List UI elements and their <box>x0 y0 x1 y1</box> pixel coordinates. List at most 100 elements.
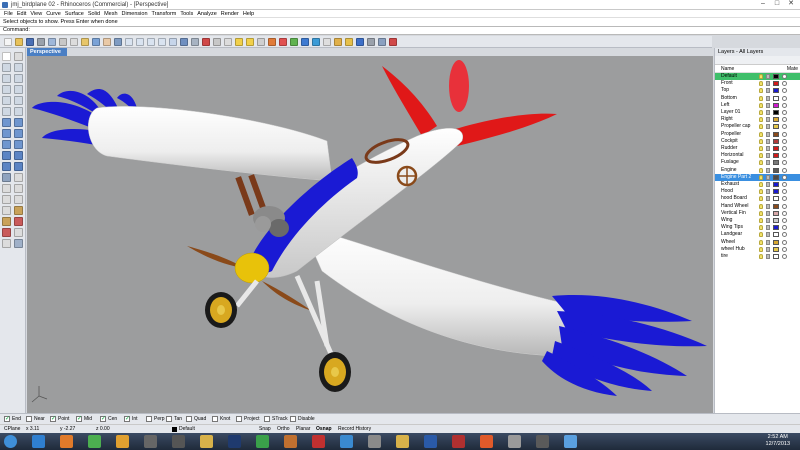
layer-row[interactable]: Fuslage <box>715 159 800 166</box>
layer-material-icon[interactable] <box>782 239 787 245</box>
layer-visibility-icon[interactable] <box>759 138 763 144</box>
layer-color-swatch[interactable] <box>773 124 779 130</box>
layer-row[interactable]: Cockpit <box>715 138 800 145</box>
rotate-tool-icon[interactable] <box>14 184 23 193</box>
word-icon[interactable] <box>424 435 437 448</box>
menu-dimension[interactable]: Dimension <box>120 10 150 17</box>
save-icon[interactable] <box>26 38 34 46</box>
firefox-icon[interactable] <box>60 435 73 448</box>
layer-color-swatch[interactable] <box>773 182 779 187</box>
layer-visibility-icon[interactable] <box>759 203 763 209</box>
layer-color-swatch[interactable] <box>773 239 779 245</box>
paste-icon[interactable] <box>81 38 89 46</box>
layer-material-icon[interactable] <box>782 189 787 195</box>
layer-color-swatch[interactable] <box>773 138 779 144</box>
layer-material-icon[interactable] <box>782 203 787 209</box>
layer-color-swatch[interactable] <box>773 196 779 202</box>
layer-visibility-icon[interactable] <box>759 254 763 259</box>
layer-visibility-icon[interactable] <box>759 160 763 166</box>
surface-corner-tool-icon[interactable] <box>2 118 11 127</box>
layer-lock-icon[interactable] <box>766 95 770 101</box>
sphere-tool-icon[interactable] <box>14 151 23 160</box>
layer-lock-icon[interactable] <box>766 225 770 231</box>
layer-material-icon[interactable] <box>782 160 787 166</box>
layer-color-swatch[interactable] <box>773 81 779 87</box>
layer-lock-icon[interactable] <box>766 117 770 123</box>
snap-toggle[interactable]: Snap <box>259 426 271 433</box>
layer-material-icon[interactable] <box>782 74 787 79</box>
menu-mesh[interactable]: Mesh <box>102 10 119 17</box>
layer-row[interactable]: wheel Hub <box>715 246 800 253</box>
mirror-tool-icon[interactable] <box>14 195 23 204</box>
layer-visibility-icon[interactable] <box>759 124 763 130</box>
osnap-end[interactable]: ✓ End <box>4 416 21 423</box>
menu-edit[interactable]: Edit <box>15 10 28 17</box>
layer-color-swatch[interactable] <box>773 131 779 137</box>
layer-lock-icon[interactable] <box>766 196 770 202</box>
scale-tool-icon[interactable] <box>2 195 11 204</box>
layer-color-swatch[interactable] <box>773 153 779 159</box>
perspective-viewport[interactable] <box>27 56 713 413</box>
layer-visibility-icon[interactable] <box>759 167 763 173</box>
minimize-button[interactable]: – <box>756 0 770 9</box>
layer-material-icon[interactable] <box>782 81 787 87</box>
layer-visibility-icon[interactable] <box>759 189 763 195</box>
layer-material-icon[interactable] <box>782 167 787 173</box>
cplane-icon[interactable] <box>202 38 210 46</box>
layer-row[interactable]: Right <box>715 116 800 123</box>
ellipse-tool-icon[interactable] <box>2 85 11 94</box>
layer-lock-icon[interactable] <box>766 239 770 245</box>
osnap-quad[interactable]: Quad <box>186 416 206 423</box>
video-icon[interactable] <box>508 435 521 448</box>
layer-visibility-icon[interactable] <box>759 153 763 159</box>
plugin-icon[interactable] <box>389 38 397 46</box>
media-player-icon[interactable] <box>116 435 129 448</box>
layer-row[interactable]: Exhaust <box>715 181 800 188</box>
menu-analyze[interactable]: Analyze <box>195 10 219 17</box>
util-icon[interactable] <box>536 435 549 448</box>
osnap-tan[interactable]: Tan <box>166 416 182 423</box>
ie-browser-icon[interactable] <box>32 435 45 448</box>
explode-tool-icon[interactable] <box>2 217 11 226</box>
import-icon[interactable] <box>48 38 56 46</box>
layer-lock-icon[interactable] <box>766 174 770 180</box>
viewport-title[interactable]: Perspective <box>27 48 67 56</box>
layer-material-icon[interactable] <box>782 218 787 223</box>
layer-row[interactable]: Hood <box>715 188 800 195</box>
cut-icon[interactable] <box>59 38 67 46</box>
open-folder-icon[interactable] <box>15 38 23 46</box>
menu-surface[interactable]: Surface <box>63 10 86 17</box>
four-viewports-icon[interactable] <box>180 38 188 46</box>
msn-icon[interactable] <box>256 435 269 448</box>
array-tool-icon[interactable] <box>2 206 11 215</box>
fillet-curve-tool-icon[interactable] <box>2 107 11 116</box>
layer-material-icon[interactable] <box>782 254 787 259</box>
layer-visibility-icon[interactable] <box>759 110 763 115</box>
layer-material-icon[interactable] <box>782 88 787 94</box>
layer-visibility-icon[interactable] <box>759 95 763 101</box>
osnap-checkbox[interactable] <box>26 416 32 422</box>
layer-visibility-icon[interactable] <box>759 131 763 137</box>
new-file-icon[interactable] <box>4 38 12 46</box>
layer-visibility-icon[interactable] <box>759 146 763 151</box>
layer-color-swatch[interactable] <box>773 174 779 180</box>
hide-icon[interactable] <box>235 38 243 46</box>
layer-row[interactable]: tire <box>715 253 800 260</box>
layer-color-swatch[interactable] <box>773 210 779 216</box>
rotate-view-icon[interactable] <box>114 38 122 46</box>
layer-lock-icon[interactable] <box>766 110 770 115</box>
move-tool-icon[interactable] <box>14 173 23 182</box>
osnap-checkbox[interactable]: ✓ <box>76 416 82 422</box>
layer-material-icon[interactable] <box>782 102 787 108</box>
menu-view[interactable]: View <box>28 10 44 17</box>
layer-material-icon[interactable] <box>782 174 787 180</box>
osnap-checkbox[interactable]: ✓ <box>50 416 56 422</box>
planar-toggle[interactable]: Planar <box>296 426 310 433</box>
layer-color-swatch[interactable] <box>773 146 779 151</box>
environment-icon[interactable] <box>312 38 320 46</box>
layer-visibility-icon[interactable] <box>759 218 763 223</box>
layer-material-icon[interactable] <box>782 131 787 137</box>
photoshop-icon[interactable] <box>228 435 241 448</box>
rhino-app-icon[interactable] <box>172 435 185 448</box>
layer-lock-icon[interactable] <box>766 218 770 223</box>
